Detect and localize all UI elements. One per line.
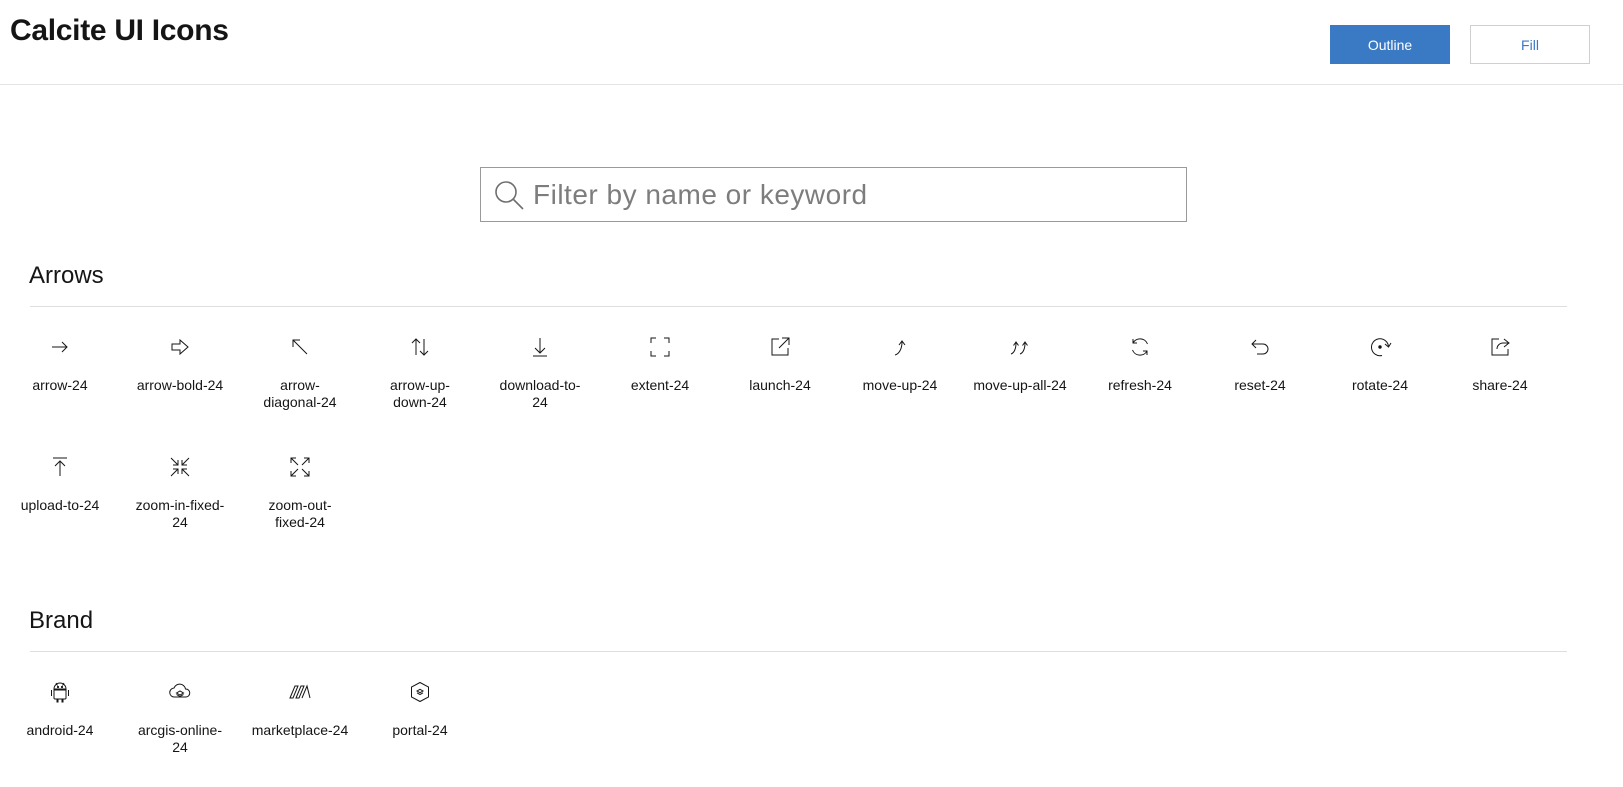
icon-tile-zoom-in-fixed[interactable]: zoom-in-fixed- 24 bbox=[125, 455, 235, 531]
icon-tile-extent[interactable]: extent-24 bbox=[605, 335, 715, 394]
section-divider bbox=[30, 651, 1567, 652]
icon-tile-rotate[interactable]: rotate-24 bbox=[1325, 335, 1435, 394]
icon-tile-zoom-out-fixed[interactable]: zoom-out- fixed-24 bbox=[245, 455, 355, 531]
icon-tile-refresh[interactable]: refresh-24 bbox=[1085, 335, 1195, 394]
icon-tile-arrow[interactable]: arrow-24 bbox=[5, 335, 115, 394]
icon-tile-arrow-up-down[interactable]: arrow-up- down-24 bbox=[365, 335, 475, 411]
icon-tile-arrow-bold[interactable]: arrow-bold-24 bbox=[125, 335, 235, 394]
icon-tile-arcgis-online[interactable]: arcgis-online- 24 bbox=[125, 680, 235, 756]
icon-label: portal-24 bbox=[392, 722, 448, 738]
move-up-all-icon bbox=[1010, 341, 1028, 355]
move-up-icon bbox=[894, 340, 906, 356]
arcgis-online-icon bbox=[169, 683, 191, 698]
refresh-icon bbox=[1132, 338, 1148, 356]
arrow-up-down-icon bbox=[411, 338, 429, 356]
icon-label: rotate-24 bbox=[1351, 377, 1409, 393]
icon-label: arrow-24 bbox=[32, 377, 88, 393]
page-title: Calcite UI Icons bbox=[10, 14, 229, 47]
section-divider bbox=[30, 306, 1567, 307]
share-icon bbox=[1491, 338, 1510, 356]
search-icon bbox=[493, 179, 525, 211]
icon-tile-upload-to[interactable]: upload-to-24 bbox=[5, 455, 115, 514]
search-input[interactable] bbox=[533, 168, 1173, 221]
download-to-icon bbox=[533, 338, 547, 357]
android-icon bbox=[51, 682, 69, 703]
fill-toggle-button[interactable]: Fill bbox=[1470, 25, 1590, 64]
section-title-arrows: Arrows bbox=[29, 262, 104, 289]
icon-label: arrow- diagonal-24 bbox=[263, 377, 337, 410]
icon-tile-move-up[interactable]: move-up-24 bbox=[845, 335, 955, 394]
portal-icon bbox=[411, 681, 429, 703]
icon-tile-android[interactable]: android-24 bbox=[5, 680, 115, 739]
icon-label: refresh-24 bbox=[1108, 377, 1172, 393]
zoom-out-fixed-icon bbox=[290, 457, 310, 477]
section-title-brand: Brand bbox=[29, 607, 94, 634]
icon-tile-arrow-diagonal[interactable]: arrow- diagonal-24 bbox=[245, 335, 355, 411]
marketplace-icon bbox=[289, 684, 311, 699]
icon-tile-share[interactable]: share-24 bbox=[1445, 335, 1555, 394]
icon-label: arrow-bold-24 bbox=[136, 377, 224, 393]
icon-label: zoom-out- fixed-24 bbox=[268, 497, 332, 530]
icon-label: share-24 bbox=[1472, 377, 1528, 393]
icon-tile-launch[interactable]: launch-24 bbox=[725, 335, 835, 394]
icon-tile-download-to[interactable]: download-to- 24 bbox=[485, 335, 595, 411]
upload-to-icon bbox=[53, 457, 67, 476]
search-box bbox=[480, 167, 1187, 222]
icon-label: move-up-all-24 bbox=[973, 377, 1067, 393]
reset-icon bbox=[1251, 339, 1269, 355]
icon-label: launch-24 bbox=[749, 377, 811, 393]
icon-label: zoom-in-fixed- 24 bbox=[135, 497, 225, 530]
extent-icon bbox=[650, 337, 670, 357]
icon-label: move-up-24 bbox=[862, 377, 938, 393]
icon-label: download-to- 24 bbox=[499, 377, 581, 410]
icon-tile-reset[interactable]: reset-24 bbox=[1205, 335, 1315, 394]
rotate-icon bbox=[1371, 338, 1392, 357]
icon-tile-marketplace[interactable]: marketplace-24 bbox=[245, 680, 355, 739]
icon-label: upload-to-24 bbox=[20, 497, 100, 513]
icon-label: android-24 bbox=[26, 722, 94, 738]
icon-label: reset-24 bbox=[1234, 377, 1286, 393]
launch-icon bbox=[771, 337, 790, 356]
icon-label: marketplace-24 bbox=[251, 722, 349, 738]
icon-label: extent-24 bbox=[630, 377, 690, 393]
outline-toggle-button[interactable]: Outline bbox=[1330, 25, 1450, 64]
icon-label: arrow-up- down-24 bbox=[390, 377, 450, 410]
zoom-in-fixed-icon bbox=[170, 457, 190, 477]
top-bar: Calcite UI Icons Outline Fill bbox=[0, 0, 1623, 85]
icon-label: arcgis-online- 24 bbox=[137, 722, 223, 755]
icon-tile-portal[interactable]: portal-24 bbox=[365, 680, 475, 739]
arrow-icon bbox=[52, 341, 68, 353]
arrow-diagonal-icon bbox=[292, 339, 308, 355]
arrow-bold-icon bbox=[171, 338, 189, 356]
icon-tile-move-up-all[interactable]: move-up-all-24 bbox=[965, 335, 1075, 394]
